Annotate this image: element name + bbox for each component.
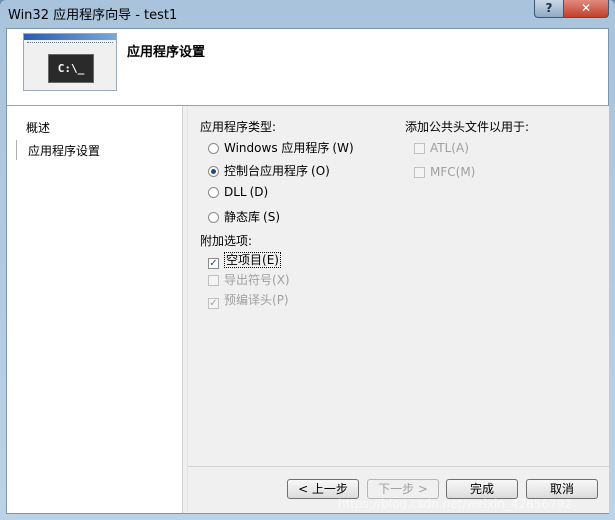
- check-mfc[interactable]: MFC(M): [414, 165, 475, 179]
- next-button[interactable]: 下一步 >: [367, 479, 439, 499]
- check-precompiled-header-hotkey: (P): [272, 293, 289, 307]
- title-bar[interactable]: Win32 应用程序向导 - test1 ? ✕: [0, 0, 615, 26]
- radio-console-app-hotkey: (O): [311, 164, 330, 178]
- check-atl-label: ATL: [430, 141, 452, 155]
- check-precompiled-header[interactable]: ✓ 预编译头(P): [208, 291, 289, 309]
- dialog-client: C:\_ 应用程序设置 概述 应用程序设置 应用程序类型: Windows 应用…: [6, 28, 609, 514]
- check-atl-box[interactable]: [414, 143, 425, 154]
- watermark: https://blog.csdn.net/weixin_42856792: [338, 497, 573, 511]
- help-button[interactable]: ?: [534, 0, 564, 18]
- check-export-symbols-label: 导出符号: [224, 273, 273, 287]
- button-divider: [188, 466, 609, 467]
- radio-windows-app[interactable]: Windows 应用程序 (W): [208, 139, 354, 156]
- nav-item-overview[interactable]: 概述: [26, 119, 50, 136]
- cancel-button[interactable]: 取消: [526, 479, 598, 499]
- extra-options-label: 附加选项:: [200, 234, 253, 248]
- check-empty-project-hotkey: (E): [262, 253, 279, 267]
- banner-menu: [27, 42, 113, 46]
- radio-dll-label: DLL: [224, 185, 247, 199]
- check-empty-project-text: 空项目(E): [224, 252, 281, 268]
- wizard-body: 概述 应用程序设置 应用程序类型: Windows 应用程序 (W) 控制台应用程…: [7, 106, 609, 513]
- check-atl[interactable]: ATL(A): [414, 141, 469, 155]
- check-empty-project[interactable]: ✓ 空项目(E): [208, 251, 281, 269]
- settings-pane: 应用程序类型: Windows 应用程序 (W) 控制台应用程序 (O) DLL (D…: [187, 106, 609, 513]
- check-mfc-hotkey: (M): [455, 165, 476, 179]
- window-title: Win32 应用程序向导 - test1: [8, 8, 178, 23]
- banner-titlebar: [24, 34, 116, 40]
- wizard-header: C:\_ 应用程序设置: [7, 29, 608, 106]
- check-precompiled-header-box[interactable]: ✓: [208, 298, 219, 309]
- app-type-label: 应用程序类型:: [200, 120, 277, 134]
- nav-pane: 概述 应用程序设置: [7, 106, 183, 513]
- radio-dll-hotkey: (D): [249, 185, 269, 199]
- wizard-window: Win32 应用程序向导 - test1 ? ✕ C:\_ 应用程序设置 概述 …: [0, 0, 615, 520]
- check-atl-hotkey: (A): [451, 141, 469, 155]
- radio-dll-indicator[interactable]: [208, 187, 219, 198]
- radio-windows-app-label: Windows 应用程序: [224, 141, 330, 155]
- nav-item-app-settings[interactable]: 应用程序设置: [28, 142, 100, 159]
- finish-button[interactable]: 完成: [446, 479, 518, 499]
- prev-button[interactable]: < 上一步: [287, 479, 359, 499]
- radio-static-lib[interactable]: 静态库 (S): [208, 208, 280, 225]
- check-export-symbols-hotkey: (X): [272, 273, 290, 287]
- page-title: 应用程序设置: [127, 45, 206, 60]
- check-mfc-label: MFC: [430, 165, 456, 179]
- close-button[interactable]: ✕: [563, 0, 609, 18]
- radio-windows-app-indicator[interactable]: [208, 143, 219, 154]
- radio-console-app-indicator[interactable]: [208, 166, 219, 177]
- check-empty-project-box[interactable]: ✓: [208, 258, 219, 269]
- radio-console-app-label: 控制台应用程序: [224, 164, 309, 178]
- nav-current-marker: [16, 140, 17, 160]
- radio-static-lib-indicator[interactable]: [208, 212, 219, 223]
- check-empty-project-label: 空项目: [226, 253, 263, 267]
- radio-dll[interactable]: DLL (D): [208, 185, 268, 199]
- check-precompiled-header-label: 预编译头: [224, 293, 273, 307]
- radio-static-lib-hotkey: (S): [263, 210, 280, 224]
- check-export-symbols[interactable]: 导出符号(X): [208, 271, 290, 288]
- radio-console-app[interactable]: 控制台应用程序 (O): [208, 162, 330, 179]
- radio-windows-app-hotkey: (W): [332, 141, 354, 155]
- console-app-banner-icon: C:\_: [23, 33, 117, 91]
- check-export-symbols-box[interactable]: [208, 275, 219, 286]
- check-mfc-box[interactable]: [414, 167, 425, 178]
- common-headers-label: 添加公共头文件以用于:: [405, 120, 530, 134]
- radio-static-lib-label: 静态库: [224, 210, 261, 224]
- banner-console-text: C:\_: [48, 54, 94, 83]
